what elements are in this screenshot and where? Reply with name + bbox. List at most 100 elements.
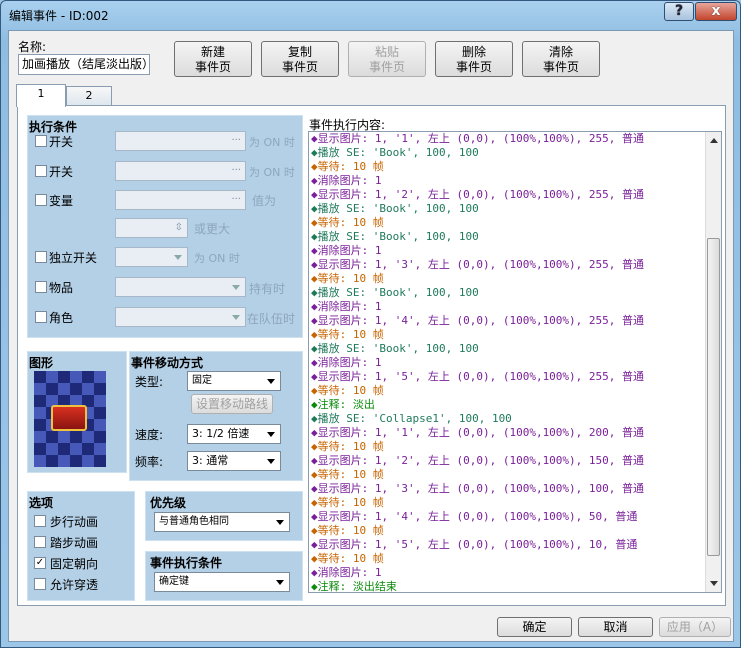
command-row[interactable]: ◆显示图片: 1, '3', 左上 (0,0), (100%,100%), 25… — [309, 258, 721, 272]
help-button[interactable]: ? — [664, 2, 694, 21]
graphic-group: 图形 — [27, 351, 127, 473]
command-row[interactable]: ◆显示图片: 1, '5', 左上 (0,0), (100%,100%), 10… — [309, 538, 721, 552]
command-row[interactable]: ◆播放 SE: 'Book', 100, 100 — [309, 230, 721, 244]
speed-select[interactable]: 3: 1/2 倍速 — [187, 424, 281, 444]
switch2-suffix: 为 ON 时 — [249, 166, 295, 179]
command-row[interactable]: ◆注释: 淡出 — [309, 398, 721, 412]
graphic-tile — [70, 371, 82, 383]
page-button-line2: 事件页 — [455, 60, 492, 74]
close-button[interactable]: x — [695, 2, 737, 21]
ok-button[interactable]: 确定 — [497, 617, 572, 637]
command-row[interactable]: ◆播放 SE: 'Book', 100, 100 — [309, 202, 721, 216]
command-row[interactable]: ◆等待: 10 帧 — [309, 440, 721, 454]
switch1-select[interactable]: ··· — [115, 131, 246, 151]
graphic-tile — [70, 443, 82, 455]
apply-button[interactable]: 应用（A） — [659, 617, 731, 637]
command-row[interactable]: ◆等待: 10 帧 — [309, 160, 721, 174]
variable-select[interactable]: ··· — [115, 190, 246, 210]
command-row[interactable]: ◆显示图片: 1, '3', 左上 (0,0), (100%,100%), 10… — [309, 482, 721, 496]
option-checkbox[interactable] — [34, 578, 46, 590]
graphic-tile — [82, 431, 94, 443]
page-button-3[interactable]: 粘贴 事件页 — [348, 41, 426, 77]
page-button-2[interactable]: 复制 事件页 — [261, 41, 339, 77]
graphic-tile — [34, 443, 46, 455]
trigger-group: 事件执行条件 确定键 — [145, 551, 303, 601]
graphic-tile — [34, 431, 46, 443]
command-row[interactable]: ◆显示图片: 1, '1', 左上 (0,0), (100%,100%), 25… — [309, 132, 721, 146]
trigger-title: 事件执行条件 — [150, 556, 223, 570]
type-select[interactable]: 固定 — [187, 371, 281, 391]
self-switch-label: 独立开关 — [49, 251, 98, 265]
command-row[interactable]: ◆等待: 10 帧 — [309, 216, 721, 230]
type-value: 固定 — [192, 375, 212, 386]
cancel-button[interactable]: 取消 — [578, 617, 653, 637]
command-row[interactable]: ◆等待: 10 帧 — [309, 524, 721, 538]
command-row[interactable]: ◆等待: 10 帧 — [309, 272, 721, 286]
command-row[interactable]: ◆显示图片: 1, '4', 左上 (0,0), (100%,100%), 50… — [309, 510, 721, 524]
option-checkbox[interactable] — [34, 536, 46, 548]
tab-page-2[interactable]: 2 — [66, 86, 112, 106]
tab-page-1[interactable]: 1 — [16, 84, 66, 107]
trigger-select[interactable]: 确定键 — [154, 572, 290, 592]
command-row[interactable]: ◆显示图片: 1, '5', 左上 (0,0), (100%,100%), 25… — [309, 370, 721, 384]
page-button-4[interactable]: 删除 事件页 — [435, 41, 513, 77]
command-list-scrollbar[interactable] — [705, 132, 721, 592]
page-button-5[interactable]: 清除 事件页 — [522, 41, 600, 77]
command-row[interactable]: ◆消除图片: 1 — [309, 356, 721, 370]
scroll-up-icon[interactable] — [710, 138, 718, 143]
graphic-tile — [34, 455, 46, 467]
command-row[interactable]: ◆播放 SE: 'Book', 100, 100 — [309, 146, 721, 160]
command-row[interactable]: ◆等待: 10 帧 — [309, 496, 721, 510]
graphic-tile — [94, 383, 106, 395]
item-select[interactable] — [115, 277, 246, 297]
page-button-line1: 删除 — [461, 45, 486, 59]
graphic-tile — [46, 383, 58, 395]
priority-title: 优先级 — [150, 496, 187, 510]
actor-checkbox[interactable] — [35, 311, 47, 323]
command-row[interactable]: ◆显示图片: 1, '2', 左上 (0,0), (100%,100%), 25… — [309, 188, 721, 202]
command-row[interactable]: ◆消除图片: 1 — [309, 566, 721, 580]
scroll-down-icon[interactable] — [710, 581, 718, 586]
switch2-select[interactable]: ··· — [115, 161, 246, 181]
command-list[interactable]: ◆显示图片: 1, '1', 左上 (0,0), (100%,100%), 25… — [308, 131, 722, 593]
item-checkbox[interactable] — [35, 281, 47, 293]
option-checkbox[interactable]: ✓ — [34, 557, 46, 569]
chest-icon — [51, 405, 87, 431]
chevron-down-icon — [267, 459, 275, 464]
command-row[interactable]: ◆消除图片: 1 — [309, 174, 721, 188]
name-field[interactable]: 加画播放（结尾淡出版） — [18, 54, 150, 75]
command-row[interactable]: ◆播放 SE: 'Book', 100, 100 — [309, 342, 721, 356]
graphic-tile — [58, 431, 70, 443]
command-row[interactable]: ◆播放 SE: 'Collapse1', 100, 100 — [309, 412, 721, 426]
actor-suffix: 在队伍时 — [247, 312, 296, 326]
command-row[interactable]: ◆消除图片: 1 — [309, 300, 721, 314]
command-row[interactable]: ◆等待: 10 帧 — [309, 328, 721, 342]
page-button-1[interactable]: 新建 事件页 — [174, 41, 252, 77]
graphic-tile — [58, 383, 70, 395]
command-row[interactable]: ◆显示图片: 1, '1', 左上 (0,0), (100%,100%), 20… — [309, 426, 721, 440]
command-row[interactable]: ◆等待: 10 帧 — [309, 552, 721, 566]
command-row[interactable]: ◆播放 SE: 'Book', 100, 100 — [309, 286, 721, 300]
set-route-button[interactable]: 设置移动路线 — [191, 394, 273, 414]
frequency-select[interactable]: 3: 通常 — [187, 451, 281, 471]
graphic-tile — [94, 455, 106, 467]
chevron-down-icon — [232, 285, 240, 290]
priority-select[interactable]: 与普通角色相同 — [154, 512, 290, 532]
graphic-preview[interactable] — [34, 371, 106, 467]
option-checkbox[interactable] — [34, 515, 46, 527]
scrollbar-thumb[interactable] — [707, 238, 720, 556]
switch2-checkbox[interactable] — [35, 165, 47, 177]
command-row[interactable]: ◆等待: 10 帧 — [309, 384, 721, 398]
command-row[interactable]: ◆消除图片: 1 — [309, 244, 721, 258]
variable-checkbox[interactable] — [35, 194, 47, 206]
actor-select[interactable] — [115, 307, 246, 327]
self-switch-select[interactable] — [115, 247, 188, 267]
command-row[interactable]: ◆注释: 淡出结束 — [309, 580, 721, 592]
switch1-checkbox[interactable] — [35, 135, 47, 147]
variable-value-stepper[interactable]: ⇳ — [115, 218, 188, 238]
command-row[interactable]: ◆显示图片: 1, '4', 左上 (0,0), (100%,100%), 25… — [309, 314, 721, 328]
command-row[interactable]: ◆等待: 10 帧 — [309, 468, 721, 482]
conditions-group: 执行条件 开关 ··· 为 ON 时 开关 ··· 为 ON 时 变量 ··· … — [27, 115, 303, 338]
command-row[interactable]: ◆显示图片: 1, '2', 左上 (0,0), (100%,100%), 15… — [309, 454, 721, 468]
self-switch-checkbox[interactable] — [35, 251, 47, 263]
